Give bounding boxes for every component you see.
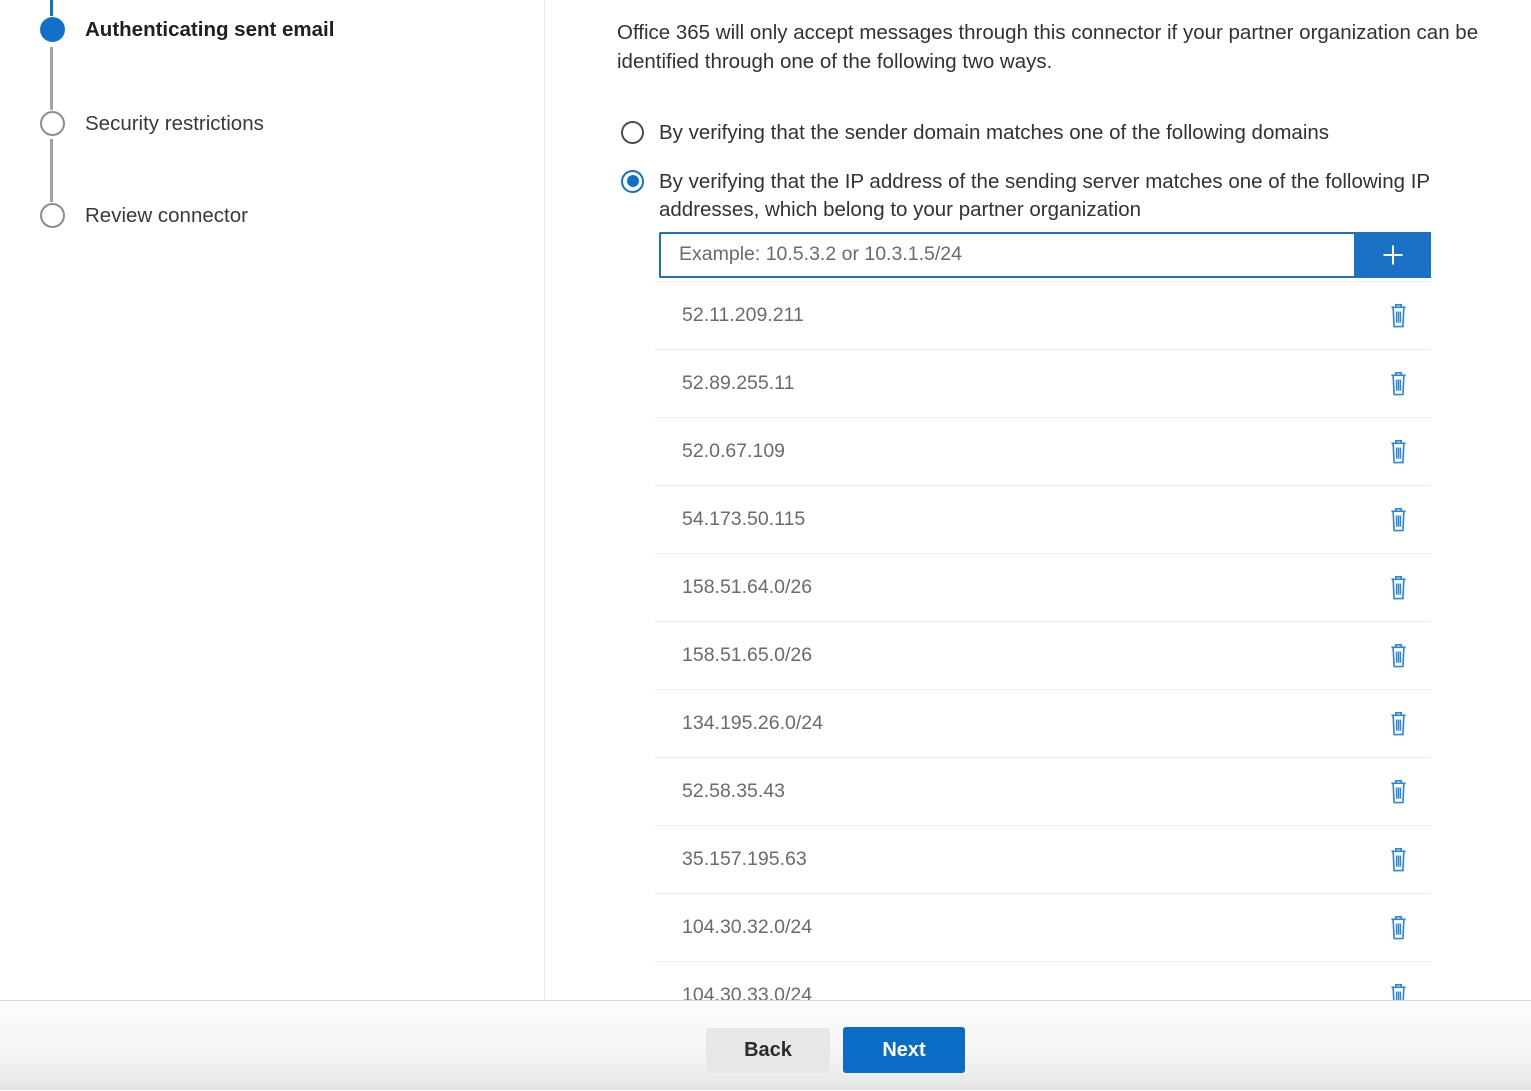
ip-list-item: 52.11.209.211 — [655, 282, 1431, 350]
radio-option-ip-address[interactable]: By verifying that the IP address of the … — [621, 168, 1531, 225]
radio-unselected-icon[interactable] — [621, 121, 644, 144]
ip-address-value: 52.89.255.11 — [682, 372, 794, 395]
trash-icon — [1387, 438, 1410, 465]
ip-address-value: 52.0.67.109 — [682, 440, 785, 463]
ip-address-value: 52.11.209.211 — [682, 304, 804, 327]
ip-list-item: 104.30.33.0/24 — [655, 962, 1431, 1002]
ip-address-value: 104.30.33.0/24 — [682, 984, 812, 1002]
ip-address-value: 104.30.32.0/24 — [682, 916, 812, 939]
trash-icon — [1387, 302, 1410, 329]
trash-icon — [1387, 506, 1410, 533]
authenticating-sent-email-panel: Office 365 will only accept messages thr… — [545, 0, 1531, 1000]
wizard-content: Authenticating sent email Security restr… — [0, 0, 1531, 1001]
delete-ip-button[interactable] — [1383, 706, 1414, 741]
stepper-step-security-restrictions[interactable]: Security restrictions — [40, 111, 264, 136]
delete-ip-button[interactable] — [1383, 910, 1414, 945]
stepper-connector-line — [50, 139, 53, 202]
ip-address-value: 134.195.26.0/24 — [682, 712, 823, 735]
radio-dot — [627, 175, 639, 187]
ip-list-item: 52.89.255.11 — [655, 350, 1431, 418]
trash-icon — [1387, 710, 1410, 737]
wizard-stepper: Authenticating sent email Security restr… — [0, 0, 545, 1000]
connector-wizard-page: Authenticating sent email Security restr… — [0, 0, 1531, 1091]
delete-ip-button[interactable] — [1383, 298, 1414, 333]
ip-address-value: 35.157.195.63 — [682, 848, 807, 871]
ip-address-value: 54.173.50.115 — [682, 508, 805, 531]
delete-ip-button[interactable] — [1383, 774, 1414, 809]
radio-option-sender-domain[interactable]: By verifying that the sender domain matc… — [621, 119, 1531, 148]
stepper-step-authenticating-sent-email[interactable]: Authenticating sent email — [40, 17, 334, 42]
ip-list-item: 54.173.50.115 — [655, 486, 1431, 554]
ip-entry-row — [659, 232, 1431, 278]
ip-list-item: 35.157.195.63 — [655, 826, 1431, 894]
trash-icon — [1387, 846, 1410, 873]
option-label: By verifying that the IP address of the … — [659, 168, 1487, 225]
trash-icon — [1387, 778, 1410, 805]
step-upcoming-dot-icon — [40, 203, 65, 228]
stepper-step-review-connector[interactable]: Review connector — [40, 203, 248, 228]
option-label: By verifying that the sender domain matc… — [659, 119, 1329, 148]
ip-list-item: 158.51.65.0/26 — [655, 622, 1431, 690]
trash-icon — [1387, 574, 1410, 601]
ip-list-item: 52.58.35.43 — [655, 758, 1431, 826]
ip-address-value: 158.51.64.0/26 — [682, 576, 812, 599]
next-button[interactable]: Next — [843, 1027, 965, 1073]
ip-address-list: 52.11.209.211 52.89.255.11 — [655, 281, 1431, 1002]
step-active-dot-icon — [40, 17, 65, 42]
back-button[interactable]: Back — [706, 1028, 830, 1073]
delete-ip-button[interactable] — [1383, 570, 1414, 605]
add-ip-button[interactable] — [1354, 232, 1431, 278]
radio-selected-icon[interactable] — [621, 170, 644, 193]
ip-list-item: 158.51.64.0/26 — [655, 554, 1431, 622]
ip-list-item: 104.30.32.0/24 — [655, 894, 1431, 962]
step-label: Security restrictions — [85, 112, 264, 136]
stepper-connector-line-top — [50, 0, 53, 16]
delete-ip-button[interactable] — [1383, 434, 1414, 469]
ip-list-item: 134.195.26.0/24 — [655, 690, 1431, 758]
delete-ip-button[interactable] — [1383, 502, 1414, 537]
step-label: Authenticating sent email — [85, 18, 334, 42]
trash-icon — [1387, 642, 1410, 669]
delete-ip-button[interactable] — [1383, 638, 1414, 673]
ip-address-input[interactable] — [659, 232, 1354, 278]
plus-icon — [1377, 239, 1409, 271]
delete-ip-button[interactable] — [1383, 366, 1414, 401]
delete-ip-button[interactable] — [1383, 842, 1414, 877]
trash-icon — [1387, 914, 1410, 941]
stepper-connector-line — [50, 47, 53, 110]
ip-address-value: 158.51.65.0/26 — [682, 644, 812, 667]
trash-icon — [1387, 370, 1410, 397]
step-label: Review connector — [85, 204, 248, 228]
trash-icon — [1387, 982, 1410, 1002]
delete-ip-button[interactable] — [1383, 978, 1414, 1002]
ip-list-item: 52.0.67.109 — [655, 418, 1431, 486]
wizard-footer: Back Next — [0, 1001, 1531, 1090]
ip-address-value: 52.58.35.43 — [682, 780, 785, 803]
step-upcoming-dot-icon — [40, 111, 65, 136]
intro-text: Office 365 will only accept messages thr… — [617, 19, 1531, 76]
